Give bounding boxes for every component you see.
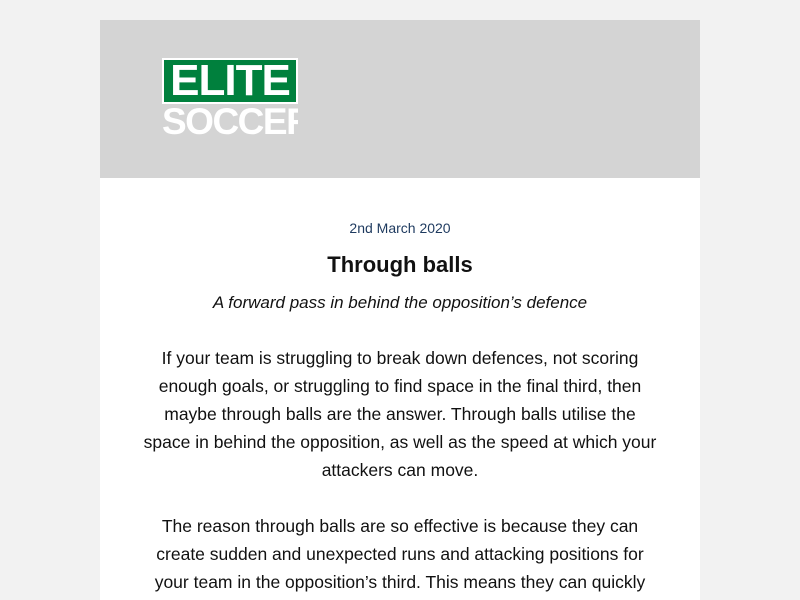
elite-soccer-logo[interactable]: ELITE SOCCER <box>162 58 298 140</box>
article-date: 2nd March 2020 <box>349 220 451 236</box>
article-content: 2nd March 2020 Through balls A forward p… <box>100 220 700 596</box>
article-paragraph-1: If your team is struggling to break down… <box>143 348 657 480</box>
email-container: ELITE SOCCER 2nd March 2020 Through ball… <box>100 20 700 600</box>
article-subtitle: A forward pass in behind the opposition’… <box>212 293 588 312</box>
article-paragraph-2: The reason through balls are so effectiv… <box>154 516 646 592</box>
logo-line-elite: ELITE <box>162 58 298 104</box>
email-header: ELITE SOCCER <box>100 20 700 178</box>
article-title: Through balls <box>327 252 473 277</box>
logo-line-soccer: SOCCER <box>162 104 298 140</box>
